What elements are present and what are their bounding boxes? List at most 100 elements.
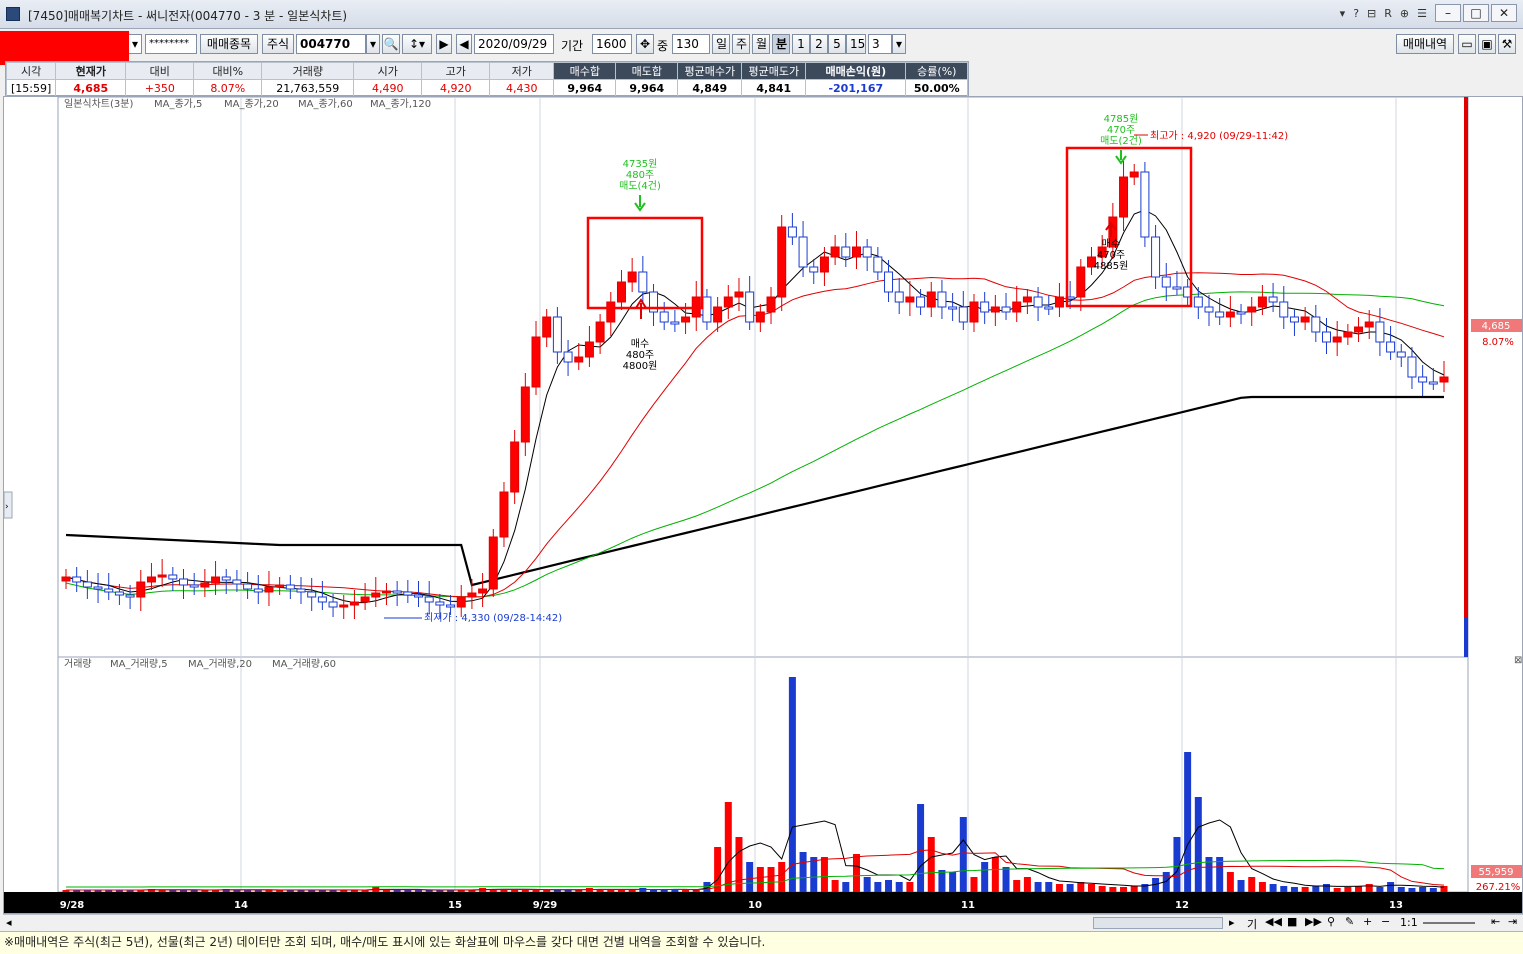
candle[interactable] xyxy=(1193,296,1203,308)
play-icon[interactable]: ▶ xyxy=(436,34,452,54)
volume-bar[interactable] xyxy=(1077,882,1085,892)
volume-bar[interactable] xyxy=(746,862,754,892)
candle[interactable] xyxy=(574,356,584,363)
candle[interactable] xyxy=(862,246,872,258)
candle[interactable] xyxy=(638,271,648,293)
volume-bar[interactable] xyxy=(682,890,690,892)
zoom-out-icon[interactable]: − xyxy=(1381,915,1390,928)
code-dropdown-icon[interactable]: ▾ xyxy=(366,34,380,54)
volume-bar[interactable] xyxy=(874,882,882,892)
scroll-thumb[interactable] xyxy=(1093,917,1223,929)
volume-bar[interactable] xyxy=(1066,884,1074,892)
candle[interactable] xyxy=(841,246,851,258)
volume-bar[interactable] xyxy=(617,890,625,892)
candle[interactable] xyxy=(734,291,744,298)
candle[interactable] xyxy=(1332,336,1342,343)
volume-bar[interactable] xyxy=(820,857,828,892)
candle[interactable] xyxy=(1407,356,1417,378)
candle[interactable] xyxy=(787,226,797,238)
volume-bar[interactable] xyxy=(938,870,946,892)
menu-icon[interactable]: ☰ xyxy=(1417,7,1427,20)
volume-bar[interactable] xyxy=(521,890,529,892)
candle[interactable] xyxy=(1215,311,1225,318)
candle[interactable] xyxy=(1225,311,1235,318)
password-field[interactable]: ******** xyxy=(145,34,197,54)
candle[interactable] xyxy=(403,591,413,596)
candle[interactable] xyxy=(958,306,968,323)
date-input[interactable]: 2020/09/29 xyxy=(474,34,554,54)
volume-bar[interactable] xyxy=(810,857,818,892)
volume-bar[interactable] xyxy=(1344,887,1352,892)
candle[interactable] xyxy=(1268,296,1278,303)
candle[interactable] xyxy=(1044,306,1054,310)
candle[interactable] xyxy=(200,582,210,588)
help-icon[interactable]: ? xyxy=(1353,7,1359,20)
search-icon[interactable]: 🔍 xyxy=(382,34,400,54)
candle[interactable] xyxy=(531,336,541,388)
volume-bar[interactable] xyxy=(1226,872,1234,892)
chart-svg[interactable]: › 일본식차트(3분) MA_종가,5 MA_종가,20 MA_종가,60 MA… xyxy=(3,96,1522,913)
candle[interactable] xyxy=(1022,296,1032,303)
candle[interactable] xyxy=(777,226,787,298)
link-icon[interactable]: ⊕ xyxy=(1400,7,1409,20)
candle[interactable] xyxy=(1289,316,1299,323)
candle[interactable] xyxy=(1354,326,1364,333)
candle[interactable] xyxy=(873,256,883,273)
candle[interactable] xyxy=(948,306,958,310)
minimize-button[interactable]: – xyxy=(1435,4,1461,22)
candle[interactable] xyxy=(424,596,434,603)
candle[interactable] xyxy=(243,583,253,590)
candle[interactable] xyxy=(990,306,1000,313)
volume-bar[interactable] xyxy=(1365,884,1373,892)
candle[interactable] xyxy=(264,586,274,593)
candle[interactable] xyxy=(1386,341,1396,353)
volume-bar[interactable] xyxy=(970,877,978,892)
minute-1-button[interactable]: 1 xyxy=(792,34,810,54)
volume-bar[interactable] xyxy=(1312,886,1320,892)
candle[interactable] xyxy=(627,271,637,283)
volume-bar[interactable] xyxy=(917,804,925,892)
period-month-button[interactable]: 월 xyxy=(752,34,770,54)
volume-bar[interactable] xyxy=(991,857,999,892)
candle[interactable] xyxy=(72,576,82,583)
volume-bar[interactable] xyxy=(1055,884,1063,892)
candle[interactable] xyxy=(1311,316,1321,333)
volume-bar[interactable] xyxy=(788,677,796,892)
settings-icon[interactable]: ⚒ xyxy=(1498,34,1516,54)
candle[interactable] xyxy=(1343,331,1353,338)
minute-input[interactable]: 3 xyxy=(868,34,892,54)
candle[interactable] xyxy=(563,351,573,363)
minute-5-button[interactable]: 5 xyxy=(828,34,846,54)
candle[interactable] xyxy=(552,316,562,353)
candle[interactable] xyxy=(189,584,199,588)
volume-bar[interactable] xyxy=(1120,887,1128,892)
r-icon[interactable]: R xyxy=(1384,7,1392,20)
candle[interactable] xyxy=(253,588,263,593)
volume-bar[interactable] xyxy=(628,890,636,892)
candle[interactable] xyxy=(766,296,776,313)
candle[interactable] xyxy=(221,576,231,581)
volume-bar[interactable] xyxy=(885,880,893,892)
volume-bar[interactable] xyxy=(852,854,860,892)
candle[interactable] xyxy=(307,591,317,598)
volume-bar[interactable] xyxy=(511,890,519,892)
volume-bar[interactable] xyxy=(1216,857,1224,892)
candle[interactable] xyxy=(435,601,445,606)
candle[interactable] xyxy=(349,601,359,606)
candle[interactable] xyxy=(819,256,829,273)
candle[interactable] xyxy=(1257,296,1267,308)
candle[interactable] xyxy=(851,246,861,258)
period-input[interactable]: 1600 xyxy=(592,34,632,54)
horizontal-scrollbar[interactable]: ◂ ▸ 기 ◀◀ ■ ▶▶ ⚲ ✎ + − 1:1 ⇤ ⇥ xyxy=(3,914,1523,931)
candle[interactable] xyxy=(745,291,755,323)
open-folder-icon[interactable]: ▭ xyxy=(1458,34,1476,54)
chart-area[interactable]: › 일본식차트(3분) MA_종가,5 MA_종가,20 MA_종가,60 MA… xyxy=(3,96,1523,914)
candle[interactable] xyxy=(969,301,979,323)
candle[interactable] xyxy=(328,601,338,608)
volume-bar[interactable] xyxy=(927,837,935,892)
volume-bar[interactable] xyxy=(543,890,551,892)
first-page-icon[interactable]: ⇤ xyxy=(1491,915,1500,928)
candle[interactable] xyxy=(1076,266,1086,298)
volume-bar[interactable] xyxy=(660,890,668,892)
volume-bar[interactable] xyxy=(778,862,786,892)
